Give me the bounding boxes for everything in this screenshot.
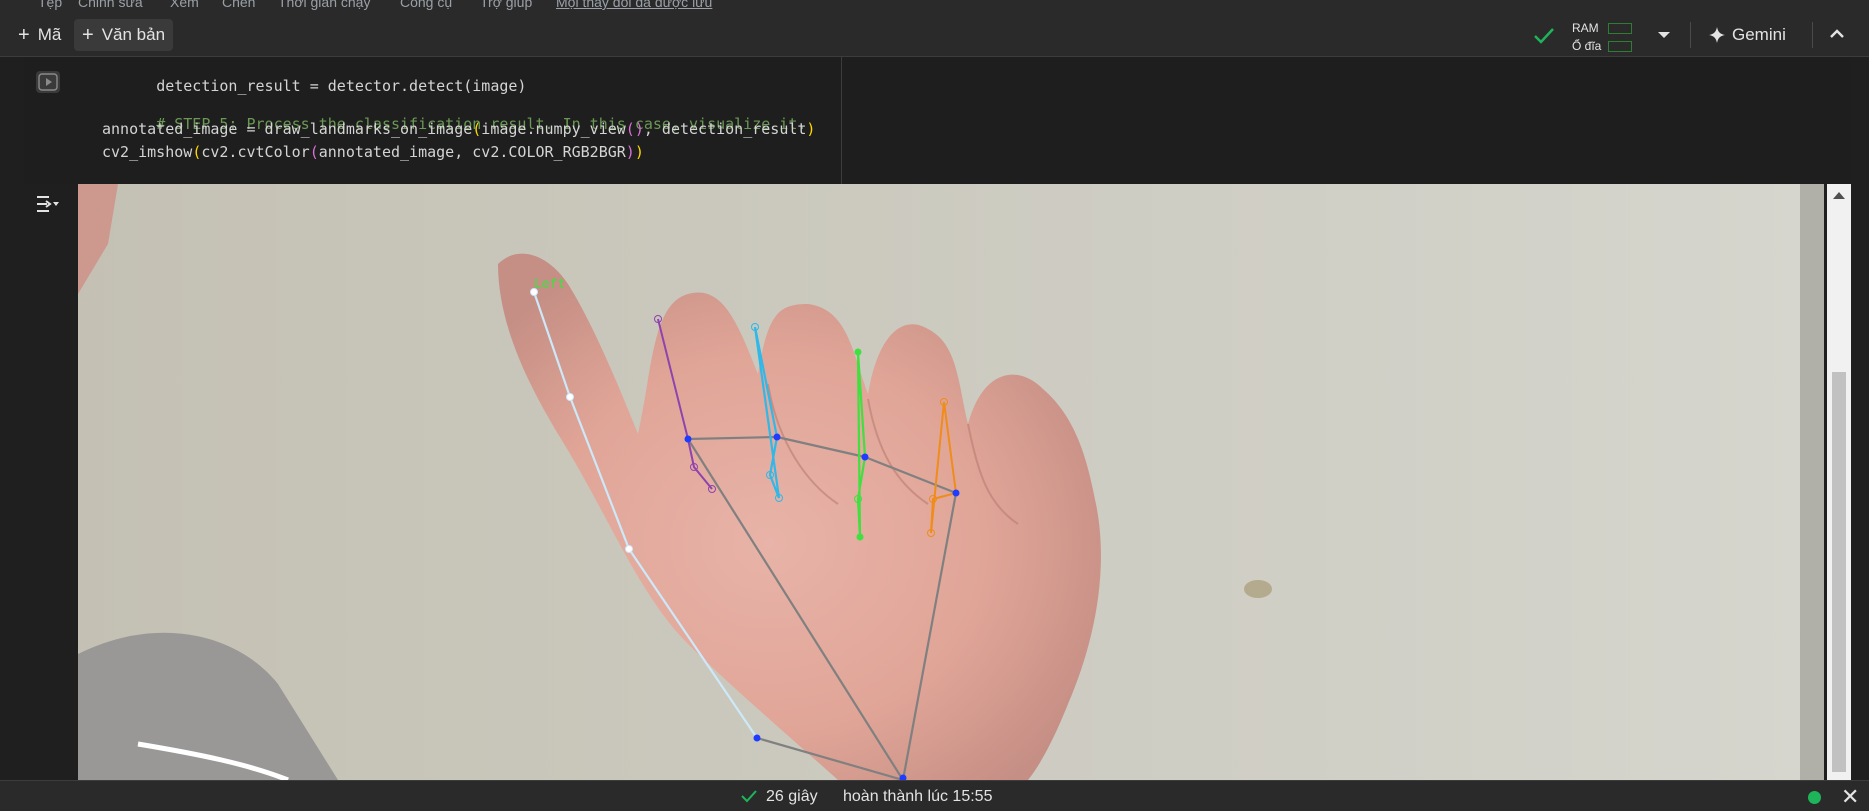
code-text: detection_result = detector.detect(image… — [156, 77, 527, 95]
run-cell-button[interactable] — [36, 71, 60, 93]
output-scrollbar[interactable] — [1827, 184, 1851, 780]
disk-label: Ổ đĩa — [1572, 39, 1602, 53]
menu-bar: Tệp Chỉnh sửa Xem Chèn Thời gian chạy Cô… — [0, 0, 1869, 14]
paren: ) — [806, 120, 816, 138]
paren: ( — [309, 143, 319, 161]
menu-edit[interactable]: Chỉnh sửa — [78, 0, 143, 10]
paren: () — [625, 120, 644, 138]
code-text: cv2_imshow — [102, 143, 193, 161]
plus-icon: + — [18, 24, 30, 46]
status-bar: 26 giây hoàn thành lúc 15:55 ✕ — [0, 780, 1869, 811]
code-text: annotated_image, cv2.COLOR_RGB2BGR — [318, 143, 626, 161]
code-line: annotated_image = draw_landmarks_on_imag… — [102, 120, 815, 138]
output-image: Left — [78, 184, 1824, 780]
code-text: image.numpy_view — [481, 120, 626, 138]
code-editor[interactable]: detection_result = detector.detect(image… — [102, 57, 842, 184]
disk-usage-bar — [1608, 40, 1632, 52]
scroll-up-arrow-icon[interactable] — [1833, 192, 1845, 199]
code-text: , detection_result — [643, 120, 807, 138]
menu-help[interactable]: Trợ giúp — [480, 0, 532, 10]
add-code-label: Mã — [37, 25, 62, 44]
code-line: cv2_imshow(cv2.cvtColor(annotated_image,… — [102, 143, 644, 161]
play-icon — [38, 73, 58, 91]
plus-icon: + — [82, 24, 94, 46]
chevron-up-icon[interactable] — [1828, 27, 1846, 41]
menu-insert[interactable]: Chèn — [222, 0, 255, 10]
hand-landmark-visualization: Left — [78, 184, 1824, 780]
gemini-button[interactable]: Gemini — [1708, 19, 1786, 51]
code-text: cv2.cvtColor — [201, 143, 310, 161]
execution-duration[interactable]: 26 giây — [766, 788, 818, 806]
add-code-button[interactable]: + Mã — [10, 19, 69, 51]
scroll-thumb[interactable] — [1832, 372, 1846, 772]
code-text: annotated_image = draw_landmarks_on_imag… — [102, 120, 473, 138]
menu-file[interactable]: Tệp — [38, 0, 62, 10]
menu-tools[interactable]: Công cụ — [400, 0, 452, 10]
paren: ) — [625, 143, 635, 161]
execution-completed-time: hoàn thành lúc 15:55 — [843, 788, 993, 805]
ram-usage-bar — [1608, 22, 1632, 34]
add-text-button[interactable]: + Văn bản — [74, 19, 174, 51]
sparkle-icon — [1709, 27, 1725, 43]
close-icon[interactable]: ✕ — [1841, 784, 1859, 810]
menu-runtime[interactable]: Thời gian chạy — [278, 0, 370, 10]
paren: ( — [192, 143, 202, 161]
toolbar: + Mã + Văn bản RAM Ổ đĩa Gemini — [0, 14, 1869, 57]
paren: ( — [472, 120, 482, 138]
output-gutter — [24, 184, 78, 780]
code-cell[interactable]: detection_result = detector.detect(image… — [24, 57, 1851, 184]
connected-check-icon[interactable] — [1532, 25, 1556, 47]
handedness-label: Left — [534, 277, 565, 292]
add-text-label: Văn bản — [101, 25, 166, 44]
resource-monitor[interactable]: RAM Ổ đĩa — [1572, 18, 1640, 54]
toolbar-divider — [1812, 22, 1813, 48]
check-icon — [741, 790, 757, 803]
menu-view[interactable]: Xem — [170, 0, 199, 10]
ram-label: RAM — [1572, 21, 1599, 35]
paren: ) — [634, 143, 644, 161]
gemini-label: Gemini — [1732, 25, 1786, 44]
connection-status-dot — [1808, 791, 1821, 804]
output-menu-icon[interactable] — [35, 192, 61, 216]
save-status-link[interactable]: Mọi thay đổi đã được lưu — [556, 0, 712, 10]
chevron-down-icon[interactable] — [1656, 29, 1672, 41]
toolbar-divider — [1690, 22, 1691, 48]
